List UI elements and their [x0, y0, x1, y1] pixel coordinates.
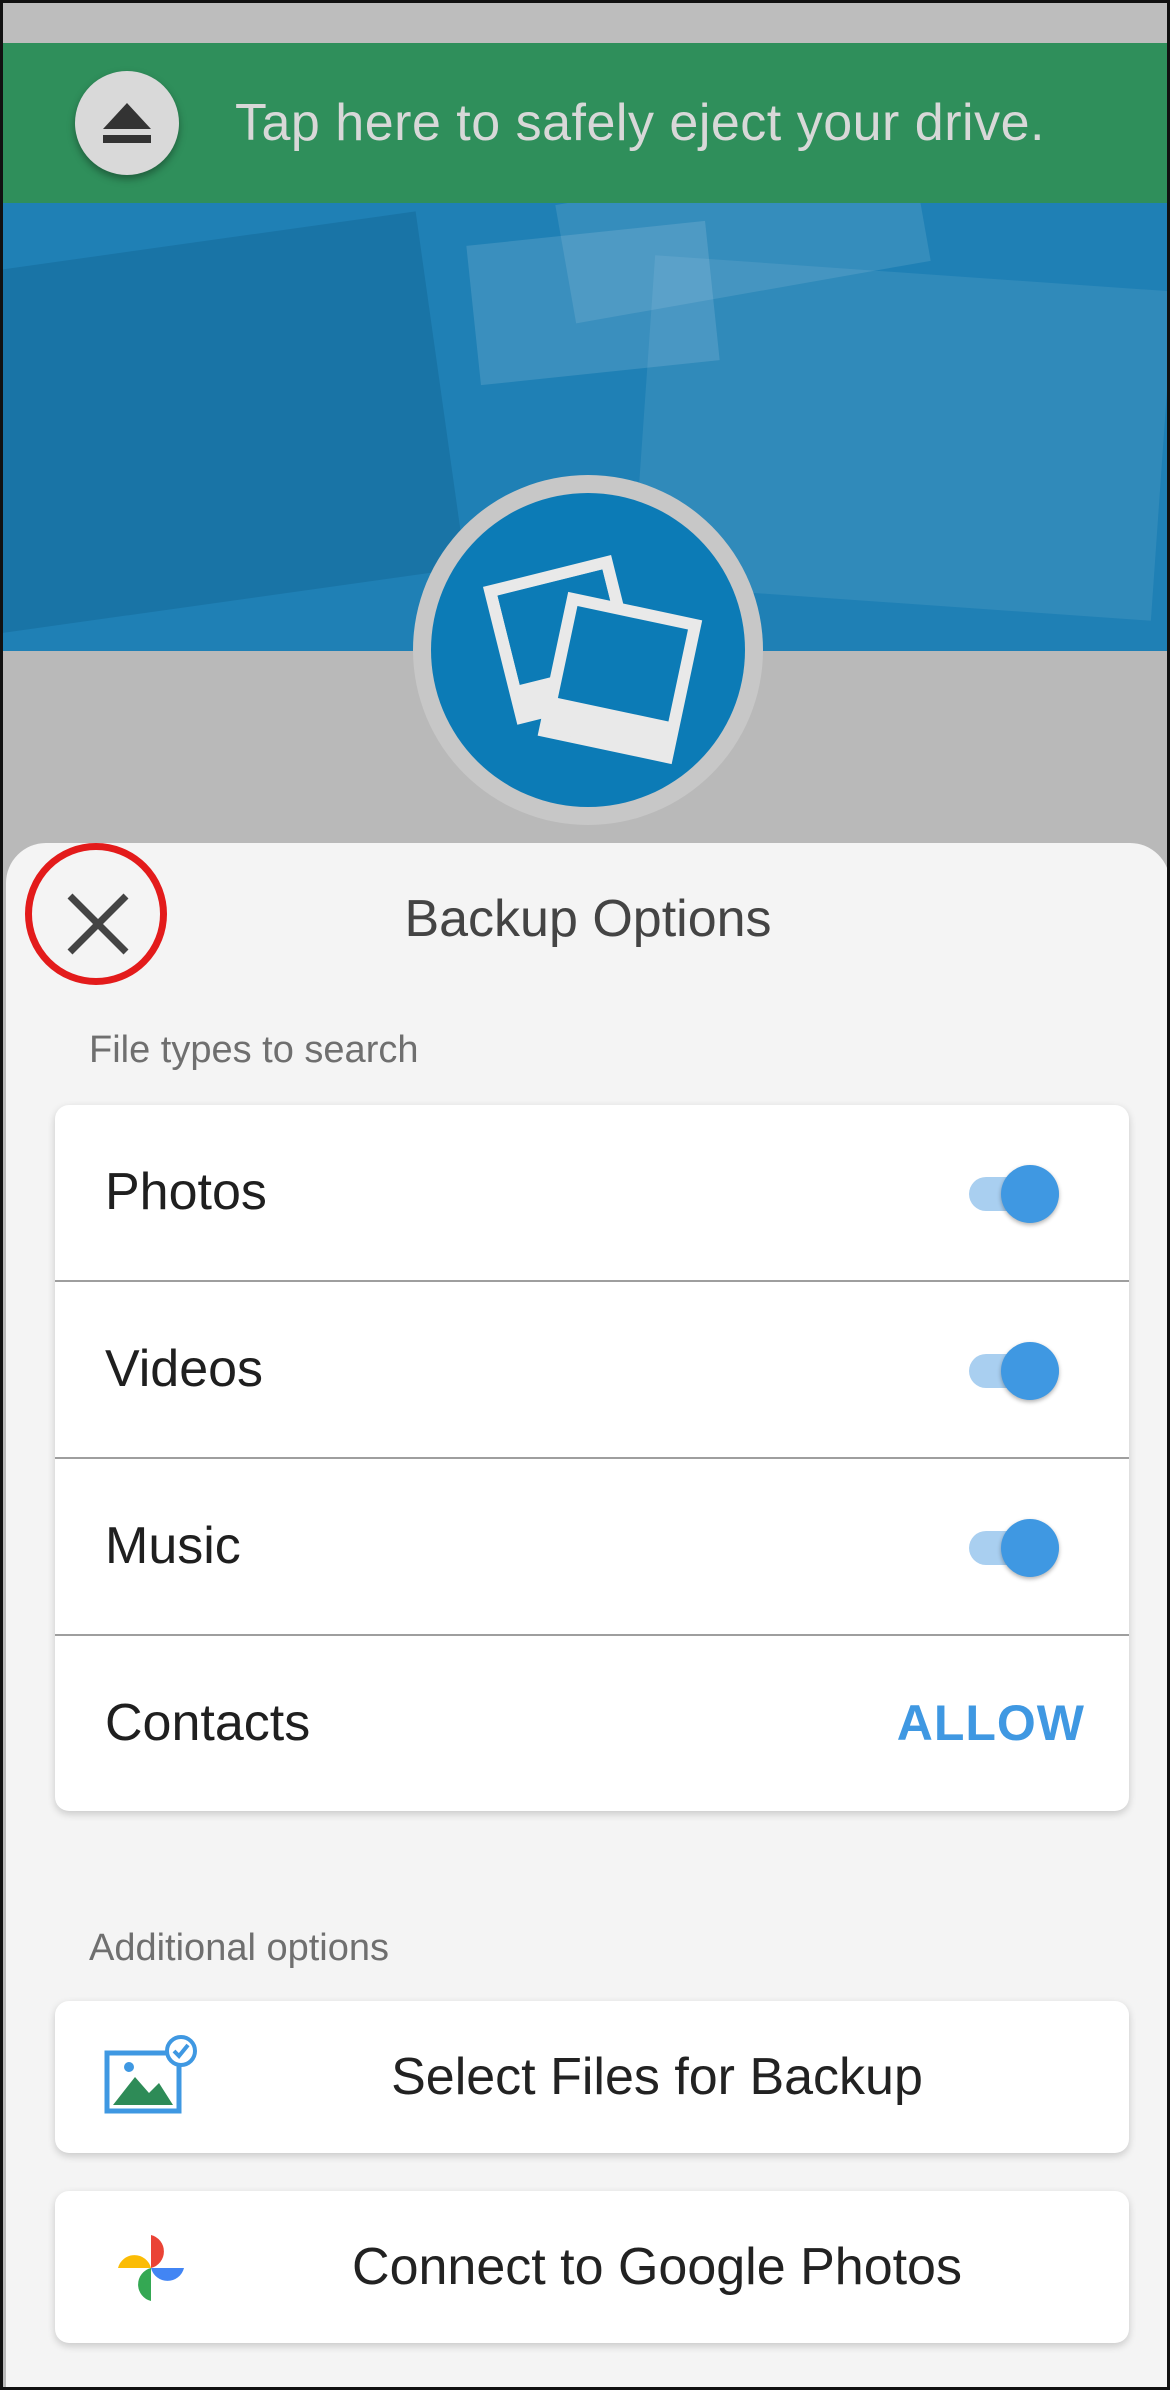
- select-files-button[interactable]: Select Files for Backup: [55, 2001, 1129, 2153]
- photos-toggle[interactable]: [969, 1163, 1059, 1223]
- file-type-row-videos[interactable]: Videos: [55, 1282, 1129, 1459]
- action-label: Select Files for Backup: [391, 2048, 923, 2106]
- image-check-icon: [101, 2033, 201, 2123]
- file-type-label: Videos: [105, 1340, 264, 1398]
- file-type-label: Contacts: [105, 1694, 311, 1752]
- sheet-title: Backup Options: [404, 890, 772, 948]
- file-type-label: Photos: [105, 1163, 267, 1221]
- file-type-row-contacts: Contacts ALLOW: [55, 1636, 1129, 1811]
- file-types-card: Photos Videos Music Contacts ALLOW: [55, 1105, 1129, 1811]
- eject-button[interactable]: [75, 71, 179, 175]
- videos-toggle[interactable]: [969, 1340, 1059, 1400]
- music-toggle[interactable]: [969, 1517, 1059, 1577]
- additional-options-label: Additional options: [89, 1927, 389, 1969]
- status-bar: [3, 3, 1167, 43]
- app-logo: [413, 475, 763, 825]
- eject-banner[interactable]: Tap here to safely eject your drive.: [3, 43, 1167, 203]
- photos-stack-icon: [482, 554, 703, 765]
- google-photos-button[interactable]: Connect to Google Photos: [55, 2191, 1129, 2343]
- contacts-allow-button[interactable]: ALLOW: [897, 1636, 1085, 1811]
- eject-icon: [103, 103, 151, 143]
- app-screen: Tap here to safely eject your drive. Bac…: [0, 0, 1170, 2390]
- eject-banner-text: Tap here to safely eject your drive.: [235, 94, 1045, 152]
- google-photos-icon: [101, 2223, 201, 2313]
- file-type-row-photos[interactable]: Photos: [55, 1105, 1129, 1282]
- file-type-row-music[interactable]: Music: [55, 1459, 1129, 1636]
- action-label: Connect to Google Photos: [352, 2238, 962, 2296]
- file-types-label: File types to search: [89, 1029, 419, 1071]
- file-type-label: Music: [105, 1517, 241, 1575]
